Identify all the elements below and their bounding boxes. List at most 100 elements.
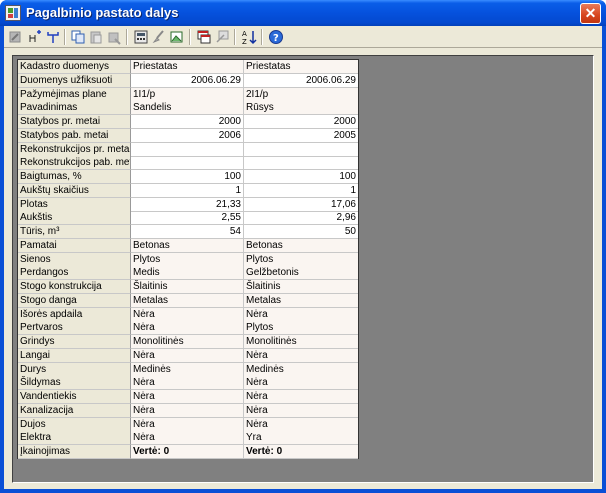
value-cell-2[interactable]: Gelžbetonis bbox=[244, 266, 358, 281]
help-icon[interactable]: ? bbox=[267, 28, 285, 46]
edit-icon[interactable] bbox=[6, 28, 24, 46]
table-row[interactable]: Pažymėjimas plane 1I1/p 2I1/p bbox=[18, 87, 358, 102]
table-row[interactable]: Pamatai Betonas Betonas bbox=[18, 238, 358, 253]
value-cell-1[interactable]: Sandelis bbox=[131, 101, 244, 116]
value-cell-2[interactable]: 2006.06.29 bbox=[244, 74, 358, 88]
value-cell-1[interactable]: Nėra bbox=[131, 348, 244, 363]
value-cell-2[interactable]: 17,06 bbox=[244, 198, 358, 212]
table-row[interactable]: Stogo danga Metalas Metalas bbox=[18, 293, 358, 308]
value-cell-2[interactable]: 50 bbox=[244, 225, 358, 239]
brush-icon[interactable] bbox=[150, 28, 168, 46]
value-cell-2[interactable]: Nėra bbox=[244, 348, 358, 363]
value-cell-2[interactable]: Nėra bbox=[244, 307, 358, 322]
value-cell-1[interactable] bbox=[131, 142, 244, 157]
table-row[interactable]: Statybos pr. metai 2000 2000 bbox=[18, 115, 358, 129]
value-cell-1[interactable]: Priestatas bbox=[131, 60, 244, 74]
value-cell-2[interactable] bbox=[244, 143, 358, 157]
value-cell-1[interactable]: Betonas bbox=[131, 238, 244, 253]
table-row[interactable]: Įkainojimas Vertė: 0 Vertė: 0 bbox=[18, 445, 358, 459]
value-cell-1[interactable]: Nėra bbox=[131, 403, 244, 418]
table-row[interactable]: Šildymas Nėra Nėra bbox=[18, 376, 358, 391]
value-cell-2[interactable]: Šlaitinis bbox=[244, 280, 358, 294]
table-row[interactable]: Plotas 21,33 17,06 bbox=[18, 197, 358, 212]
value-cell-2[interactable]: 2000 bbox=[244, 115, 358, 129]
title-bar[interactable]: Pagalbinio pastato dalys ✕ bbox=[0, 0, 606, 26]
value-cell-2[interactable]: Rūsys bbox=[244, 101, 358, 116]
value-cell-2[interactable]: Yra bbox=[244, 431, 358, 446]
value-cell-1[interactable]: Nėra bbox=[131, 307, 244, 322]
value-cell-2[interactable]: Betonas bbox=[244, 238, 358, 253]
value-cell-2[interactable]: Monolitinės bbox=[244, 335, 358, 349]
table-row[interactable]: Langai Nėra Nėra bbox=[18, 348, 358, 363]
value-cell-2[interactable] bbox=[244, 156, 358, 171]
value-cell-1[interactable]: Metalas bbox=[131, 293, 244, 308]
value-cell-1[interactable]: 1 bbox=[131, 183, 244, 198]
value-cell-1[interactable]: 2006.06.29 bbox=[131, 73, 244, 88]
value-cell-2[interactable]: Medinės bbox=[244, 362, 358, 377]
table-row[interactable]: Baigtumas, % 100 100 bbox=[18, 170, 358, 184]
table-row[interactable]: Aukštis 2,55 2,96 bbox=[18, 211, 358, 226]
table-row[interactable]: Kanalizacija Nėra Nėra bbox=[18, 403, 358, 418]
table-row[interactable]: Išorės apdaila Nėra Nėra bbox=[18, 307, 358, 322]
table-row[interactable]: Elektra Nėra Yra bbox=[18, 431, 358, 446]
value-cell-2[interactable]: Metalas bbox=[244, 293, 358, 308]
value-cell-2[interactable]: Priestatas bbox=[244, 60, 358, 74]
table-row[interactable]: Tūris, m³ 54 50 bbox=[18, 225, 358, 239]
value-cell-2[interactable]: Nėra bbox=[244, 376, 358, 391]
table-row[interactable]: Vandentiekis Nėra Nėra bbox=[18, 390, 358, 404]
value-cell-1[interactable]: 21,33 bbox=[131, 197, 244, 212]
close-button[interactable]: ✕ bbox=[580, 3, 601, 24]
delete-icon[interactable] bbox=[105, 28, 123, 46]
tree-add-icon[interactable] bbox=[26, 28, 44, 46]
value-cell-1[interactable]: Monolitinės bbox=[131, 335, 244, 349]
table-row[interactable]: Perdangos Medis Gelžbetonis bbox=[18, 266, 358, 281]
paste-icon[interactable] bbox=[87, 28, 105, 46]
table-row[interactable]: Stogo konstrukcija Šlaitinis Šlaitinis bbox=[18, 280, 358, 294]
tree-branch-icon[interactable] bbox=[44, 28, 62, 46]
value-cell-1[interactable]: 2,55 bbox=[131, 211, 244, 226]
value-cell-1[interactable]: 100 bbox=[131, 170, 244, 184]
value-cell-1[interactable]: 54 bbox=[131, 225, 244, 239]
value-cell-1[interactable]: Nėra bbox=[131, 376, 244, 391]
value-cell-1[interactable]: 2000 bbox=[131, 115, 244, 129]
value-cell-1[interactable] bbox=[131, 156, 244, 171]
value-cell-1[interactable]: Šlaitinis bbox=[131, 280, 244, 294]
value-cell-1[interactable]: Nėra bbox=[131, 321, 244, 336]
value-cell-1[interactable]: Medinės bbox=[131, 362, 244, 377]
table-row[interactable]: Pertvaros Nėra Plytos bbox=[18, 321, 358, 336]
table-row[interactable]: Durys Medinės Medinės bbox=[18, 362, 358, 377]
value-cell-1[interactable]: Plytos bbox=[131, 252, 244, 267]
value-cell-2[interactable]: Plytos bbox=[244, 321, 358, 336]
table-row[interactable]: Statybos pab. metai 2006 2005 bbox=[18, 128, 358, 143]
copy-icon[interactable] bbox=[69, 28, 87, 46]
value-cell-1[interactable]: Medis bbox=[131, 266, 244, 281]
table-row[interactable]: Rekonstrukcijos pr. metai bbox=[18, 142, 358, 157]
value-cell-1[interactable]: Nėra bbox=[131, 390, 244, 404]
value-cell-2[interactable]: 1 bbox=[244, 184, 358, 198]
table-row[interactable]: Kadastro duomenys Priestatas Priestatas bbox=[18, 60, 358, 74]
value-cell-1[interactable]: Nėra bbox=[131, 417, 244, 432]
table-row[interactable]: Aukštų skaičius 1 1 bbox=[18, 183, 358, 198]
value-cell-2[interactable]: Nėra bbox=[244, 390, 358, 404]
table-row[interactable]: Sienos Plytos Plytos bbox=[18, 252, 358, 267]
calculator-icon[interactable] bbox=[132, 28, 150, 46]
value-cell-2[interactable]: Nėra bbox=[244, 417, 358, 432]
table-row[interactable]: Grindys Monolitinės Monolitinės bbox=[18, 335, 358, 349]
value-cell-2[interactable]: 100 bbox=[244, 170, 358, 184]
value-cell-2[interactable]: Nėra bbox=[244, 403, 358, 418]
value-cell-1[interactable]: Vertė: 0 bbox=[131, 445, 244, 459]
sort-az-icon[interactable]: AZ bbox=[240, 28, 258, 46]
value-cell-1[interactable]: 1I1/p bbox=[131, 87, 244, 102]
window-arrow-icon[interactable] bbox=[213, 28, 231, 46]
value-cell-2[interactable]: 2,96 bbox=[244, 211, 358, 226]
table-row[interactable]: Pavadinimas Sandelis Rūsys bbox=[18, 101, 358, 116]
table-row[interactable]: Duomenys užfiksuoti 2006.06.29 2006.06.29 bbox=[18, 73, 358, 88]
table-row[interactable]: Dujos Nėra Nėra bbox=[18, 417, 358, 432]
window-list-icon[interactable] bbox=[195, 28, 213, 46]
value-cell-1[interactable]: 2006 bbox=[131, 128, 244, 143]
table-row[interactable]: Rekonstrukcijos pab. meta bbox=[18, 156, 358, 171]
value-cell-2[interactable]: 2I1/p bbox=[244, 87, 358, 102]
value-cell-2[interactable]: Vertė: 0 bbox=[244, 445, 358, 459]
picture-icon[interactable] bbox=[168, 28, 186, 46]
value-cell-1[interactable]: Nėra bbox=[131, 431, 244, 446]
